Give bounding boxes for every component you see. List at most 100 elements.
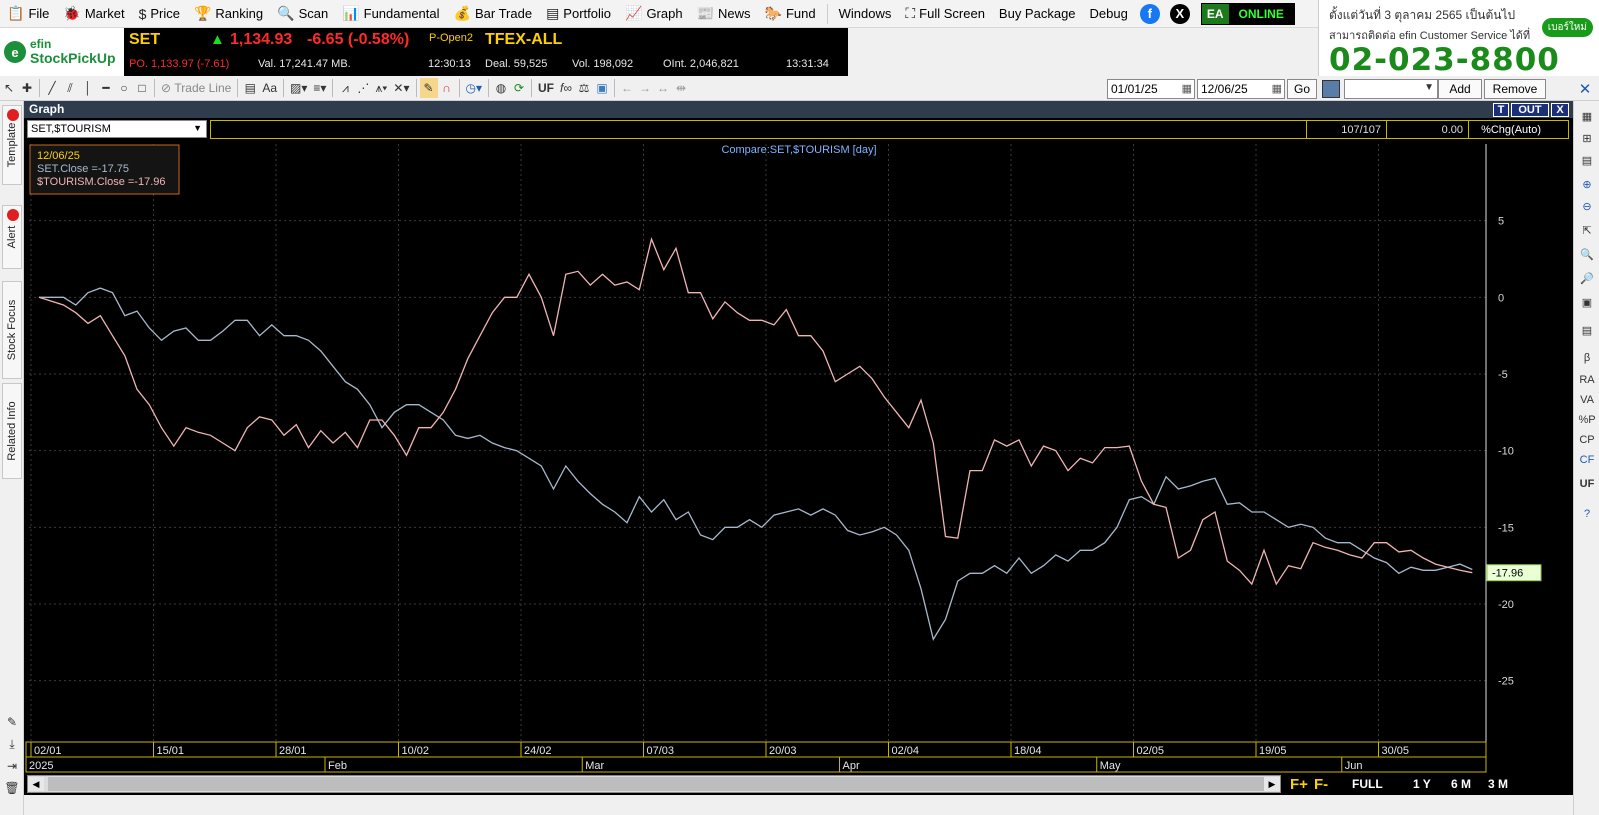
trend-line-tool-icon[interactable]: ╱: [43, 78, 61, 98]
pointer-tool-icon[interactable]: ↖: [0, 78, 18, 98]
pattern-tool-icon[interactable]: ⩚▾: [372, 78, 390, 98]
rectangle-tool-icon[interactable]: □: [133, 78, 151, 98]
right-tool-cp[interactable]: CP: [1577, 431, 1597, 449]
crosshair-tool-icon[interactable]: ✚: [18, 78, 36, 98]
vertical-line-tool-icon[interactable]: │: [79, 78, 97, 98]
cursor-menu-icon[interactable]: ⇱: [1577, 221, 1597, 239]
date-to-input[interactable]: 12/06/25 ▦: [1197, 79, 1285, 99]
symbol-select[interactable]: SET,$TOURISM ▼: [27, 120, 207, 138]
palette-icon[interactable]: ◍: [492, 78, 510, 98]
scroll-left-icon[interactable]: ←: [618, 78, 636, 98]
magnet-tool-icon[interactable]: ∩: [438, 78, 456, 98]
add-button[interactable]: Add: [1438, 79, 1482, 99]
right-tool-ra[interactable]: RA: [1577, 371, 1597, 389]
scroll-thumb[interactable]: [48, 777, 1264, 791]
right-tool-uf[interactable]: UF: [1577, 475, 1597, 493]
menu-fundamental[interactable]: 📊 Fundamental: [335, 0, 446, 28]
calendar-icon[interactable]: ▦: [1272, 82, 1282, 95]
note-icon[interactable]: ✎: [3, 713, 21, 731]
menu-buy-package[interactable]: Buy Package: [992, 0, 1083, 28]
menu-file[interactable]: 📋 File: [0, 0, 56, 28]
text-tool-icon[interactable]: ▤: [241, 78, 259, 98]
menu-windows[interactable]: Windows: [832, 0, 899, 28]
scroll-left-arrow-icon[interactable]: ◀: [28, 777, 44, 791]
indicator-select[interactable]: ▼: [1344, 79, 1438, 99]
menu-news[interactable]: 📰 News: [690, 0, 758, 28]
scroll-right-arrow-icon[interactable]: ▶: [1264, 777, 1280, 791]
zoom-plus-icon[interactable]: ⊕: [1577, 175, 1597, 193]
series-line-set[interactable]: [39, 287, 1473, 641]
menu-price[interactable]: $ Price: [132, 0, 187, 28]
range-button-6m[interactable]: 6 M: [1451, 776, 1471, 792]
right-tool-va[interactable]: VA: [1577, 391, 1597, 409]
fibonacci-tool-icon[interactable]: ⋰: [354, 78, 372, 98]
ls-icon[interactable]: ▤: [1577, 321, 1597, 339]
left-tab-related-info[interactable]: Related Info: [2, 383, 22, 479]
ellipse-tool-icon[interactable]: ○: [115, 78, 133, 98]
fan-tool-icon[interactable]: ⩘: [336, 78, 354, 98]
window-icon[interactable]: ▣: [1577, 293, 1597, 311]
menu-portfolio[interactable]: ▤ Portfolio: [539, 0, 618, 28]
menu-debug[interactable]: Debug: [1083, 0, 1135, 28]
range-button-f[interactable]: F-: [1314, 776, 1328, 793]
magnify-in-icon[interactable]: 🔍: [1577, 245, 1597, 263]
menu-graph[interactable]: 📈 Graph: [618, 0, 690, 28]
menu-full-screen[interactable]: ⛶ Full Screen: [898, 0, 992, 28]
range-button-full[interactable]: FULL: [1352, 776, 1383, 792]
go-button[interactable]: Go: [1287, 79, 1317, 99]
formula-icon[interactable]: f∞: [557, 78, 575, 98]
graph-t-button[interactable]: T: [1493, 103, 1509, 117]
menu-scan[interactable]: 🔍 Scan: [270, 0, 335, 28]
horizontal-line-tool-icon[interactable]: ━: [97, 78, 115, 98]
right-tool-p[interactable]: %P: [1577, 411, 1597, 429]
magnify-out-icon[interactable]: 🔎: [1577, 269, 1597, 287]
left-tab-alert[interactable]: Alert: [2, 205, 22, 269]
x-twitter-icon[interactable]: X: [1169, 3, 1190, 24]
fill-pattern-icon[interactable]: ▨▾: [287, 78, 310, 98]
graph-close-button[interactable]: X: [1551, 103, 1569, 117]
compare-icon[interactable]: ⚖: [575, 78, 593, 98]
left-tab-stock-focus[interactable]: Stock Focus: [2, 281, 22, 379]
color-swatch[interactable]: [1322, 80, 1340, 98]
uf-button[interactable]: UF: [535, 78, 557, 98]
clock-icon[interactable]: ◷▾: [463, 78, 486, 98]
zoom-minus-icon[interactable]: ⊖: [1577, 197, 1597, 215]
trash-icon[interactable]: 🗑: [3, 779, 21, 797]
scroll-right-icon[interactable]: →: [636, 78, 654, 98]
remove-button[interactable]: Remove: [1484, 79, 1546, 99]
layers-icon[interactable]: ▤: [1577, 151, 1597, 169]
series-line-tourism[interactable]: [38, 236, 1473, 586]
zoom-out-range-icon[interactable]: ⇹: [672, 78, 690, 98]
help-icon[interactable]: ?: [1577, 505, 1597, 523]
refresh-icon[interactable]: ⟳: [510, 78, 528, 98]
range-button-3m[interactable]: 3 M: [1488, 776, 1508, 792]
trade-line-button[interactable]: ⊘ Trade Line: [158, 78, 234, 98]
download-icon[interactable]: ⤓: [3, 735, 21, 753]
font-button[interactable]: Aa: [259, 78, 280, 98]
customer-service-banner[interactable]: ตั้งแต่วันที่ 3 ตุลาคม 2565 เป็นต้นไป สา…: [1318, 0, 1599, 76]
right-tool-[interactable]: β: [1577, 349, 1597, 367]
facebook-icon[interactable]: f: [1139, 3, 1160, 24]
line-style-icon[interactable]: ≡▾: [310, 78, 329, 98]
export-icon[interactable]: ⇥: [3, 757, 21, 775]
range-button-f[interactable]: F+: [1290, 776, 1308, 793]
menu-fund[interactable]: 🐎 Fund: [758, 0, 823, 28]
scroll-track[interactable]: ◀ ▶: [27, 775, 1281, 793]
zoom-in-range-icon[interactable]: ↔: [654, 78, 672, 98]
compare-chart[interactable]: 5 0 -5 -10 -15 -20 -25 Compare:SET,$TOURISM [da…: [24, 142, 1573, 774]
chart-area[interactable]: 5 0 -5 -10 -15 -20 -25 Compare:SET,$TOURISM [da…: [24, 142, 1573, 774]
graph-out-button[interactable]: OUT: [1511, 103, 1549, 117]
pencil-tool-icon[interactable]: ✎: [419, 78, 438, 98]
close-icon[interactable]: ✕: [1575, 79, 1595, 99]
left-tab-template[interactable]: Template: [2, 105, 22, 185]
menu-bar-trade[interactable]: 💰 Bar Trade: [447, 0, 540, 28]
delete-drawing-icon[interactable]: ✕▾: [390, 78, 412, 98]
add-chart-icon[interactable]: ⊞: [1577, 129, 1597, 147]
market-ticker[interactable]: SET ▲ 1,134.93 -6.65 (-0.58%) P-Open2 PO…: [124, 28, 848, 76]
calendar-icon[interactable]: ▦: [1182, 82, 1192, 95]
menu-market[interactable]: 🐞 Market: [56, 0, 131, 28]
image-icon[interactable]: ▣: [593, 78, 611, 98]
date-from-input[interactable]: 01/01/25 ▦: [1107, 79, 1195, 99]
menu-ranking[interactable]: 🏆 Ranking: [187, 0, 270, 28]
parallel-line-tool-icon[interactable]: ⫽: [61, 78, 79, 98]
